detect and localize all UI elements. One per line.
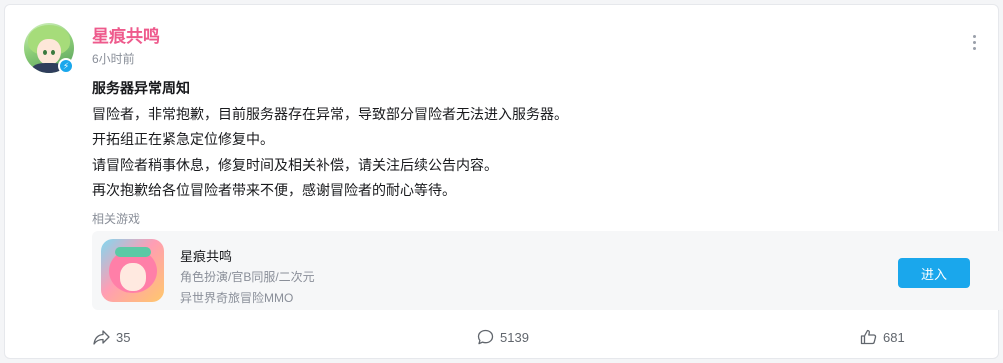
post-line: 再次抱歉给各位冒险者带来不便，感谢冒险者的耐心等待。: [92, 182, 456, 198]
post-card: ⚡ 星痕共鸣 6小时前 服务器异常周知 冒险者，非常抱歉，目前服务器存在异常，导…: [4, 4, 1003, 359]
thumbs-up-icon: [860, 329, 877, 345]
share-count: 35: [116, 329, 131, 345]
related-game-card[interactable]: 星痕共鸣 角色扮演/官B同服/二次元 异世界奇旅冒险MMO 进入: [92, 231, 1003, 310]
author-name[interactable]: 星痕共鸣: [92, 22, 160, 47]
game-tags: 角色扮演/官B同服/二次元: [180, 270, 315, 284]
related-games-label: 相关游戏: [92, 212, 141, 226]
post-title: 服务器异常周知: [92, 80, 190, 96]
comment-bubble-icon: [477, 329, 494, 345]
post-timestamp: 6小时前: [92, 52, 135, 66]
comment-count: 5139: [500, 329, 529, 345]
post-line: 冒险者，非常抱歉，目前服务器存在异常，导致部分冒险者无法进入服务器。: [92, 105, 568, 122]
game-icon[interactable]: [101, 239, 164, 302]
more-vertical-icon[interactable]: [971, 35, 977, 53]
like-count: 681: [883, 329, 905, 345]
post-body: 服务器异常周知 冒险者，非常抱歉，目前服务器存在异常，导致部分冒险者无法进入服务…: [92, 76, 972, 204]
comment-button[interactable]: 5139: [477, 328, 529, 346]
post-line: 请冒险者稍事休息，修复时间及相关补偿，请关注后续公告内容。: [92, 156, 498, 173]
game-name[interactable]: 星痕共鸣: [180, 246, 232, 265]
like-button[interactable]: 681: [860, 328, 905, 346]
game-description: 异世界奇旅冒险MMO: [180, 291, 294, 305]
enter-game-button[interactable]: 进入: [898, 258, 970, 288]
lightning-badge-icon: ⚡: [58, 58, 74, 74]
share-arrow-icon: [93, 329, 110, 345]
share-button[interactable]: 35: [93, 328, 130, 346]
post-line: 开拓组正在紧急定位修复中。: [92, 131, 274, 147]
